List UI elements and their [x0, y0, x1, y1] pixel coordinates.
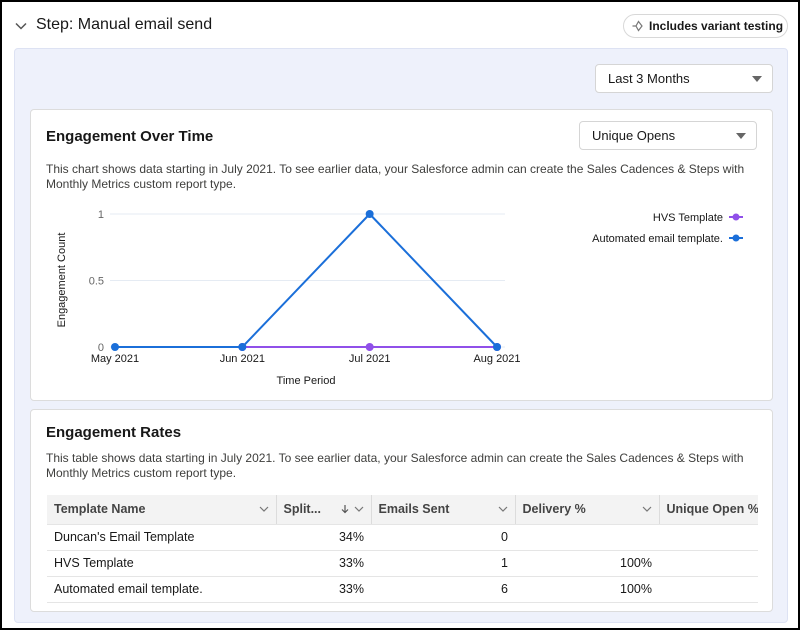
table-row: Automated email template. 33% 6 100%: [47, 576, 758, 603]
data-point[interactable]: [238, 343, 247, 351]
chevron-down-icon[interactable]: [642, 504, 652, 514]
cell-unique-open: [659, 576, 758, 603]
date-range-select[interactable]: Last 3 Months: [595, 64, 773, 93]
column-header-delivery[interactable]: Delivery %: [514, 495, 659, 525]
legend-marker-dot: [732, 234, 740, 242]
engagement-rates-table: Template Name Split... Emails Sent Deliv…: [47, 495, 758, 603]
cell-split: 33%: [276, 576, 371, 603]
column-header-template-name[interactable]: Template Name: [47, 495, 276, 525]
card-description: This chart shows data starting in July 2…: [46, 162, 745, 191]
data-point[interactable]: [111, 343, 119, 351]
x-tick-label: May 2021: [91, 353, 139, 365]
chevron-down-icon[interactable]: [14, 19, 28, 33]
y-axis-title: Engagement Count: [56, 233, 68, 328]
badge-label: Includes variant testing: [649, 19, 784, 33]
legend-label: Automated email template.: [592, 233, 723, 245]
engagement-rates-card: Engagement Rates This table shows data s…: [30, 409, 773, 612]
card-title: Engagement Rates: [46, 424, 182, 441]
step-section: Step: Manual email send Includes variant…: [0, 0, 800, 630]
cell-unique-open: [659, 524, 758, 551]
legend-label: HVS Template: [653, 212, 723, 224]
series-line-automated-email-template[interactable]: [115, 212, 498, 348]
cell-emails-sent: 6: [371, 576, 515, 603]
y-tick-label: 0: [98, 342, 104, 354]
x-tick-label: Jun 2021: [220, 353, 265, 365]
cell-delivery: 100%: [515, 550, 659, 577]
cell-template-name: Duncan's Email Template: [47, 524, 276, 551]
variant-branch-icon: [632, 20, 643, 32]
step-title[interactable]: Step: Manual email send: [36, 16, 212, 34]
caret-down-icon: [752, 76, 762, 82]
table-header-row: Template Name Split... Emails Sent Deliv…: [47, 495, 758, 525]
cell-unique-open: [659, 550, 758, 577]
caret-down-icon: [736, 133, 746, 139]
cell-template-name: HVS Template: [47, 550, 276, 577]
engagement-over-time-card: Engagement Over Time This chart shows da…: [30, 109, 773, 401]
cell-delivery: 100%: [515, 576, 659, 603]
data-point[interactable]: [365, 210, 374, 218]
cell-split: 34%: [276, 524, 371, 551]
chevron-down-icon[interactable]: [354, 504, 364, 514]
x-tick-label: Jul 2021: [349, 353, 391, 365]
card-title: Engagement Over Time: [46, 128, 214, 145]
variant-testing-badge: Includes variant testing: [623, 14, 788, 38]
legend-marker-dot: [732, 213, 740, 221]
engagement-line-chart: 0 0.5 1 May 2021 Jun 2021 Jul 2021 Aug 2021 E…: [56, 209, 743, 387]
column-header-split[interactable]: Split...: [275, 495, 371, 525]
cell-emails-sent: 1: [371, 550, 515, 577]
data-point[interactable]: [493, 343, 501, 351]
x-tick-label: Aug 2021: [473, 353, 520, 365]
data-point[interactable]: [493, 343, 501, 351]
cell-template-name: Automated email template.: [47, 576, 276, 603]
column-header-unique-open[interactable]: Unique Open %: [658, 495, 758, 525]
sort-descending-icon[interactable]: [340, 504, 350, 514]
card-description: This table shows data starting in July 2…: [46, 451, 744, 480]
data-point[interactable]: [238, 343, 247, 351]
metric-select[interactable]: Unique Opens: [579, 121, 757, 150]
data-point[interactable]: [365, 343, 374, 351]
column-header-emails-sent[interactable]: Emails Sent: [370, 495, 515, 525]
y-tick-label: 1: [98, 209, 104, 221]
chevron-down-icon[interactable]: [498, 504, 508, 514]
cell-emails-sent: 0: [371, 524, 515, 551]
metric-value: Unique Opens: [592, 128, 676, 143]
date-range-value: Last 3 Months: [608, 71, 690, 86]
table-row: HVS Template 33% 1 100%: [47, 550, 758, 577]
cell-split: 33%: [276, 550, 371, 577]
y-tick-label: 0.5: [89, 276, 104, 288]
chevron-down-icon[interactable]: [259, 504, 269, 514]
table-row: Duncan's Email Template 34% 0: [47, 524, 758, 551]
cell-delivery: [515, 524, 659, 551]
x-axis-title: Time Period: [277, 375, 336, 387]
engagement-rates-table-scroll[interactable]: Template Name Split... Emails Sent Deliv…: [47, 495, 758, 605]
